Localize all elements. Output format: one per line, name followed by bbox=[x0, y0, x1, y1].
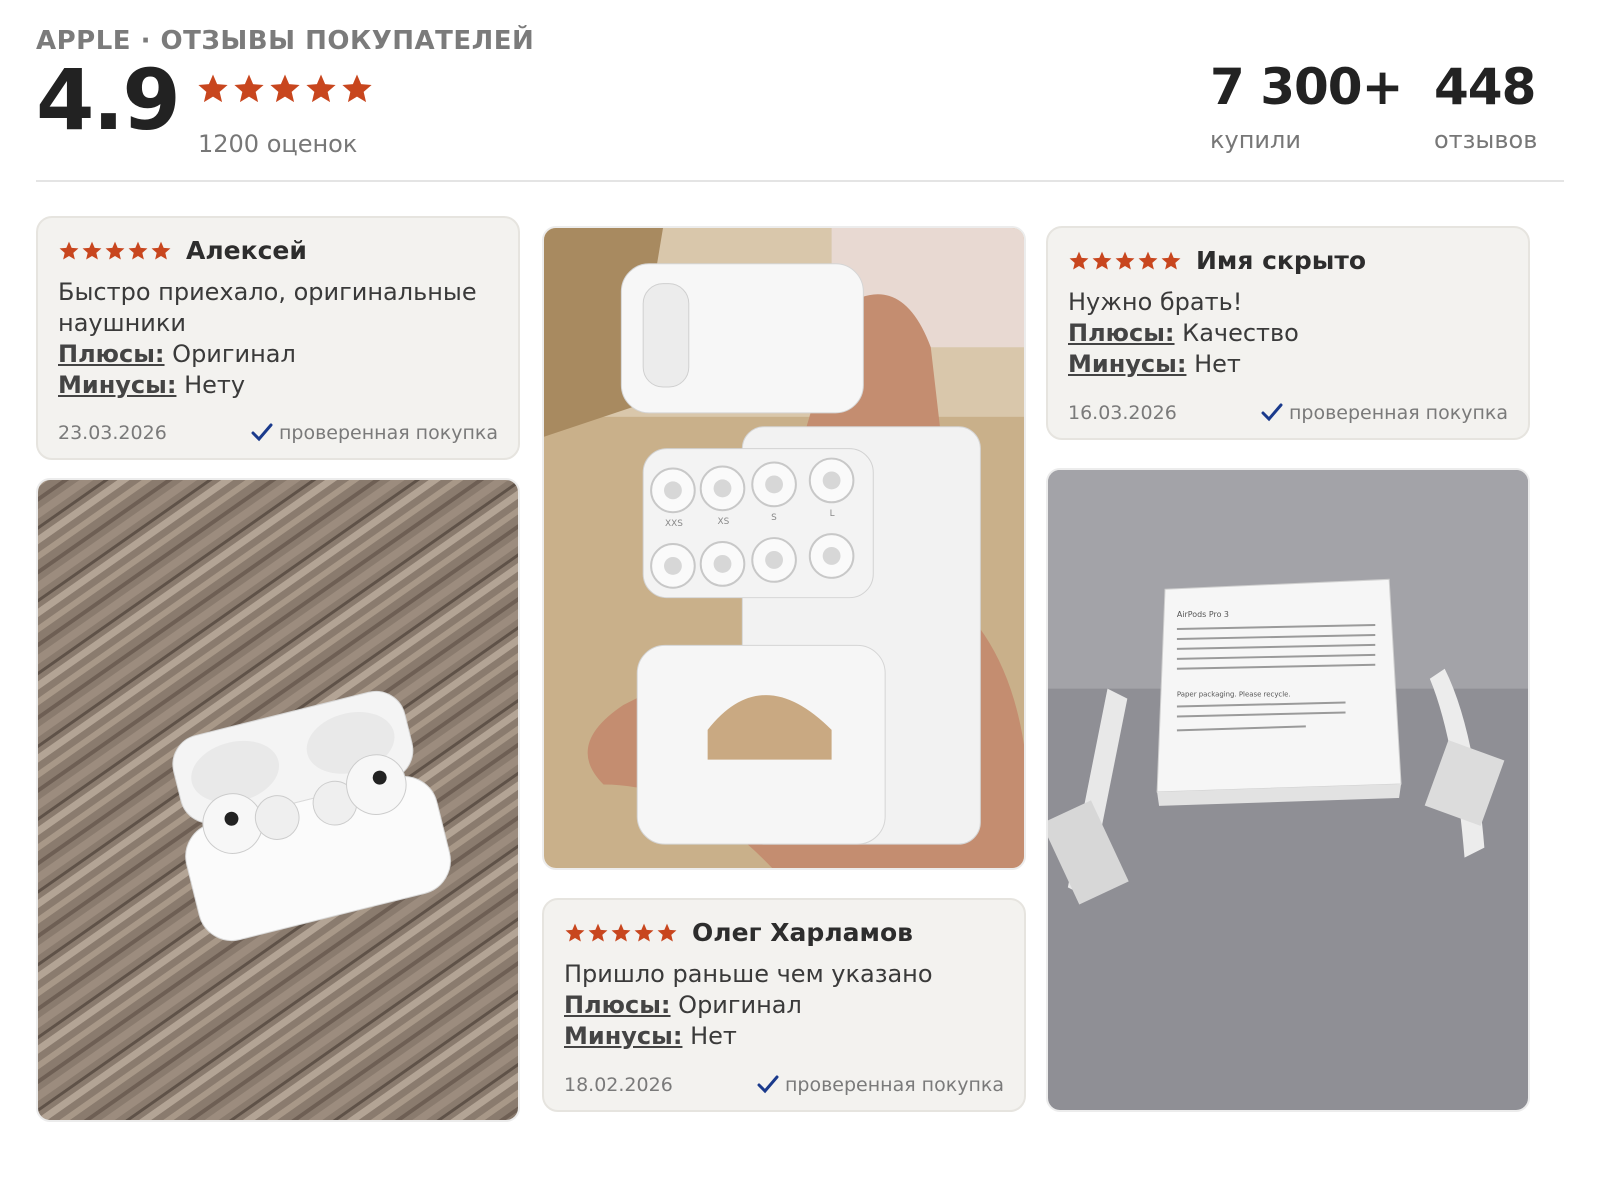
tip-size-label: L bbox=[830, 509, 835, 519]
cons-label: Минусы: bbox=[564, 1022, 683, 1050]
ratings-count: 1200 оценок bbox=[198, 130, 358, 158]
review-card[interactable]: Имя скрыто Нужно брать! Плюсы: Качество … bbox=[1046, 226, 1530, 440]
star-icon bbox=[59, 241, 79, 260]
review-cons: Минусы: Нет bbox=[564, 1021, 1004, 1052]
box-title-text: AirPods Pro 3 bbox=[1177, 610, 1229, 619]
reviews-label: отзывов bbox=[1434, 126, 1538, 154]
pros-value: Качество bbox=[1182, 319, 1299, 347]
check-icon bbox=[757, 1075, 779, 1094]
review-pros: Плюсы: Оригинал bbox=[58, 339, 498, 370]
star-icon bbox=[234, 74, 264, 103]
star-icon bbox=[105, 241, 125, 260]
star-icon bbox=[1115, 251, 1135, 270]
bought-stat: 7 300+ купили bbox=[1210, 58, 1403, 154]
pros-value: Оригинал bbox=[172, 340, 296, 368]
review-text: Пришло раньше чем указано Плюсы: Оригина… bbox=[564, 959, 1004, 1052]
pros-label: Плюсы: bbox=[1068, 319, 1175, 347]
star-icon bbox=[306, 74, 336, 103]
cons-value: Нет bbox=[690, 1022, 737, 1050]
star-icon bbox=[588, 923, 608, 942]
review-date: 23.03.2026 bbox=[58, 422, 167, 444]
header-divider bbox=[36, 180, 1564, 182]
review-cons: Минусы: Нету bbox=[58, 370, 498, 401]
airpods-case-image bbox=[38, 480, 518, 1120]
star-icon bbox=[270, 74, 300, 103]
pros-label: Плюсы: bbox=[58, 340, 165, 368]
tip-size-label: XS bbox=[718, 517, 730, 527]
review-author: Имя скрыто bbox=[1196, 246, 1367, 275]
review-text: Быстро приехало, оригинальные наушники П… bbox=[58, 277, 498, 401]
review-photo-ear-tips[interactable]: XXS XS S L bbox=[542, 226, 1026, 870]
star-icon bbox=[634, 923, 654, 942]
star-icon bbox=[565, 923, 585, 942]
verified-label: проверенная покупка bbox=[278, 422, 498, 444]
review-date: 16.03.2026 bbox=[1068, 402, 1177, 424]
review-cons: Минусы: Нет bbox=[1068, 349, 1508, 380]
star-icon bbox=[198, 74, 228, 103]
ear-tips-image: XXS XS S L bbox=[544, 228, 1024, 868]
average-rating: 4.9 bbox=[36, 51, 181, 149]
review-photo-airpods-case[interactable] bbox=[36, 478, 520, 1122]
star-icon bbox=[1138, 251, 1158, 270]
review-stars bbox=[58, 240, 172, 262]
review-card[interactable]: Олег Харламов Пришло раньше чем указано … bbox=[542, 898, 1026, 1112]
cons-value: Нету bbox=[184, 371, 246, 399]
star-icon bbox=[82, 241, 102, 260]
verified-badge: проверенная покупка bbox=[1261, 402, 1508, 424]
check-icon bbox=[1261, 403, 1283, 422]
star-icon bbox=[1092, 251, 1112, 270]
star-icon bbox=[151, 241, 171, 260]
review-stars bbox=[1068, 250, 1182, 272]
review-pros: Плюсы: Качество bbox=[1068, 318, 1508, 349]
cons-label: Минусы: bbox=[1068, 350, 1187, 378]
box-recycle-text: Paper packaging. Please recycle. bbox=[1177, 691, 1291, 699]
bought-label: купили bbox=[1210, 126, 1301, 154]
review-body: Нужно брать! bbox=[1068, 288, 1243, 316]
reviews-value: 448 bbox=[1434, 58, 1536, 116]
tip-size-label: XXS bbox=[665, 519, 683, 529]
star-icon bbox=[657, 923, 677, 942]
verified-label: проверенная покупка bbox=[784, 1074, 1004, 1096]
check-icon bbox=[251, 423, 273, 442]
review-card[interactable]: Алексей Быстро приехало, оригинальные на… bbox=[36, 216, 520, 460]
review-date: 18.02.2026 bbox=[564, 1074, 673, 1096]
verified-label: проверенная покупка bbox=[1288, 402, 1508, 424]
rating-stars bbox=[196, 72, 374, 106]
review-author: Олег Харламов bbox=[692, 918, 913, 947]
review-stars bbox=[564, 922, 678, 944]
review-text: Нужно брать! Плюсы: Качество Минусы: Нет bbox=[1068, 287, 1508, 380]
reviews-stat: 448 отзывов bbox=[1434, 62, 1537, 154]
review-author: Алексей bbox=[186, 236, 307, 265]
pros-label: Плюсы: bbox=[564, 991, 671, 1019]
cons-label: Минусы: bbox=[58, 371, 177, 399]
review-body: Пришло раньше чем указано bbox=[564, 960, 933, 988]
verified-badge: проверенная покупка bbox=[251, 422, 498, 444]
tip-size-label: S bbox=[771, 513, 777, 523]
review-pros: Плюсы: Оригинал bbox=[564, 990, 1004, 1021]
airpods-box-image: AirPods Pro 3 Paper packaging. Please re… bbox=[1048, 470, 1528, 1110]
star-icon bbox=[342, 74, 372, 103]
star-icon bbox=[128, 241, 148, 260]
review-photo-box[interactable]: AirPods Pro 3 Paper packaging. Please re… bbox=[1046, 468, 1530, 1112]
cons-value: Нет bbox=[1194, 350, 1241, 378]
pros-value: Оригинал bbox=[678, 991, 802, 1019]
review-body: Быстро приехало, оригинальные наушники bbox=[58, 278, 477, 337]
verified-badge: проверенная покупка bbox=[757, 1074, 1004, 1096]
star-icon bbox=[611, 923, 631, 942]
bought-value: 7 300+ bbox=[1210, 58, 1403, 116]
star-icon bbox=[1069, 251, 1089, 270]
star-icon bbox=[1161, 251, 1181, 270]
